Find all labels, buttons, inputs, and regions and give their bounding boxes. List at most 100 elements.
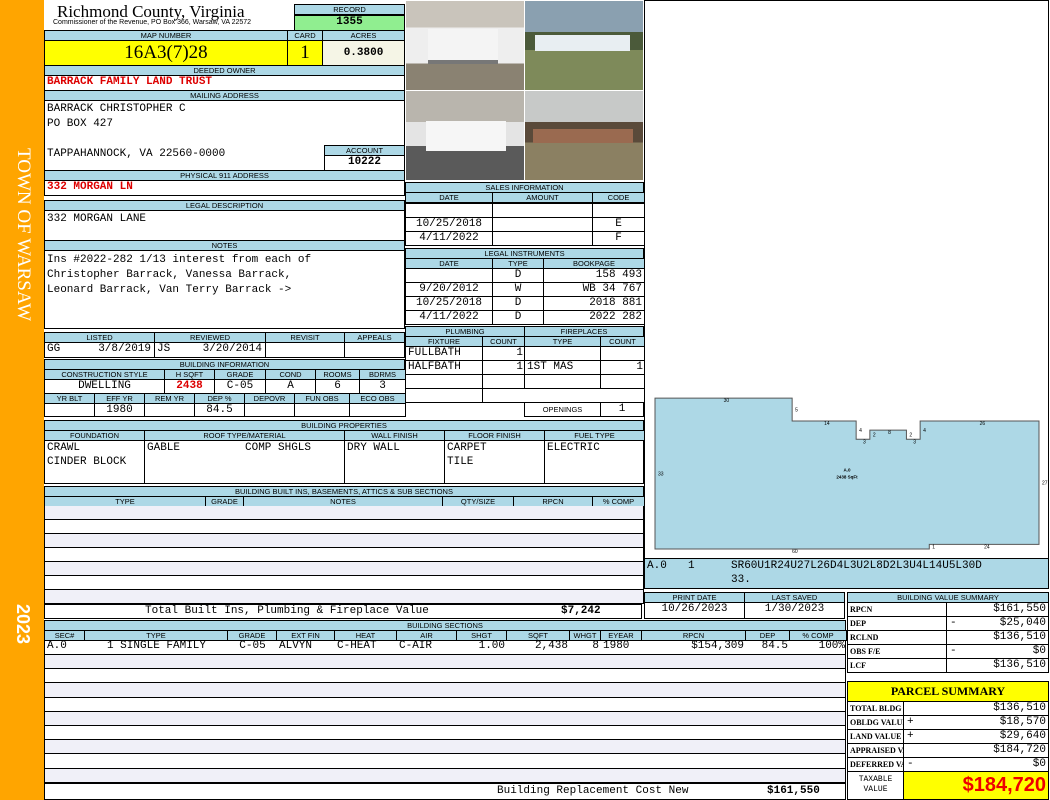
sketch-code-row: A.0 1 SR60U1R24U27L26D4L3U2L8D2L3U4L14U5… xyxy=(644,558,1049,589)
sketch-code: SR60U1R24U27L26D4L3U2L8D2L3U4L14U5L30D xyxy=(731,560,982,572)
building-sketch[interactable]: 601 24272643282341453033A.02438 SqFt xyxy=(645,1,1049,559)
mailing-line-3: TAPPAHANNOCK, VA 22560-0000 xyxy=(47,148,226,160)
builtins-empty-row xyxy=(44,534,644,548)
section-cell: C-HEAT xyxy=(337,640,377,652)
fireplace-cell xyxy=(524,374,601,389)
parcel-summary-value: $184,720 xyxy=(903,743,1049,758)
sketch-dimension: 2 xyxy=(873,433,876,439)
section-empty-row xyxy=(44,754,846,769)
building-info-value: 1980 xyxy=(94,403,145,417)
amount: $29,640 xyxy=(999,730,1046,742)
reviewed-by: JS xyxy=(157,343,171,355)
sketch-dimension: 60 xyxy=(792,549,798,555)
county-subtitle: Commissioner of the Revenue, PO Box 366,… xyxy=(53,19,252,26)
fireplace-cell xyxy=(524,346,601,361)
deeded-owner: BARRACK FAMILY LAND TRUST xyxy=(44,75,405,91)
section-cell: 8 xyxy=(592,640,599,652)
value-summary-value: $136,510 xyxy=(946,630,1049,645)
plumbing-cell xyxy=(405,374,483,389)
section-cell: C-05 xyxy=(239,640,266,652)
sketch-dimension: 4 xyxy=(859,428,862,434)
notes-line: Leonard Barrack, Van Terry Barrack -> xyxy=(47,284,292,296)
wall-finish: DRY WALL xyxy=(344,440,445,484)
foundation-cell: CRAWL CINDER BLOCK xyxy=(44,440,145,484)
mailing-line-1: BARRACK CHRISTOPHER C xyxy=(47,103,186,115)
instrument-cell: D xyxy=(492,296,544,311)
notes-line: Christopher Barrack, Vanessa Barrack, xyxy=(47,269,292,281)
instrument-cell: 4/11/2022 xyxy=(405,310,493,325)
amount: $0 xyxy=(1032,645,1046,657)
floor-finish: TILE xyxy=(447,456,474,468)
plumbing-cell xyxy=(405,388,483,403)
instrument-cell: 2022 282 xyxy=(543,310,645,325)
sketch-area-section: A.0 xyxy=(843,468,851,473)
parcel-summary-value: - $0 xyxy=(903,757,1049,772)
building-info-value xyxy=(244,403,295,417)
plumbing-cell xyxy=(482,388,525,403)
property-photo-2[interactable] xyxy=(524,0,644,91)
amount: $136,510 xyxy=(993,702,1046,714)
value-summary-label: OBS F/E xyxy=(847,644,947,659)
value-summary-label: DEP xyxy=(847,616,947,631)
section-empty-row xyxy=(44,711,846,726)
reviewed-date: 3/20/2014 xyxy=(202,343,262,355)
sales-header: AMOUNT xyxy=(492,192,593,203)
builtins-empty-row xyxy=(44,506,644,520)
appeals-value xyxy=(344,342,405,358)
taxable-value: $184,720 xyxy=(903,771,1049,800)
value-summary-value: - $25,040 xyxy=(946,616,1049,631)
builtins-empty-row xyxy=(44,590,644,604)
section-cell: 1 SINGLE FAMILY xyxy=(106,640,207,652)
section-cell: ALVYN xyxy=(279,640,313,652)
sketch-dimension: 30 xyxy=(724,398,730,404)
sidebar: TOWN OF WARSAW 2023 xyxy=(0,0,44,800)
plumbing-cell: 1 xyxy=(482,346,525,361)
value-summary-value: - $0 xyxy=(946,644,1049,659)
sign: - xyxy=(907,758,914,770)
sales-cell: 10/25/2018 xyxy=(405,217,493,232)
garage-icon xyxy=(426,121,506,151)
parcel-summary-value: + $18,570 xyxy=(903,715,1049,730)
section-row: A.0 1 SINGLE FAMILY C-05 ALVYN C-HEAT C-AIR 1.… xyxy=(44,640,846,655)
sign: + xyxy=(907,716,914,728)
roof-type: GABLE xyxy=(147,442,181,454)
property-photo-1[interactable] xyxy=(405,0,525,91)
sketch-dimension: 4 xyxy=(923,428,926,434)
sketch-dimension: 3 xyxy=(913,439,916,445)
amount: $184,720 xyxy=(993,744,1046,756)
instrument-cell: W xyxy=(492,282,544,297)
section-empty-row xyxy=(44,768,846,783)
section-cell: A.0 xyxy=(47,640,67,652)
property-photo-3[interactable] xyxy=(405,90,525,181)
reviewed-cell: JS 3/20/2014 xyxy=(154,342,266,358)
fireplace-cell: 1 xyxy=(600,360,645,375)
instrument-cell: 10/25/2018 xyxy=(405,296,493,311)
section-cell: 100% xyxy=(818,640,845,652)
fuel-type: ELECTRIC xyxy=(544,440,644,484)
property-photo-4[interactable] xyxy=(524,90,644,181)
builtins-total-value: $7,242 xyxy=(561,605,601,617)
sales-cell xyxy=(492,217,593,232)
record-label: RECORD xyxy=(294,4,405,15)
garage-icon xyxy=(428,29,498,64)
instrument-cell: 158 493 xyxy=(543,268,645,283)
notes-box: Ins #2022-282 1/13 interest from each of… xyxy=(44,250,405,329)
amount: $25,040 xyxy=(999,617,1046,629)
notes-line: Ins #2022-282 1/13 interest from each of xyxy=(47,254,312,266)
section-empty-row xyxy=(44,683,846,698)
town-name: TOWN OF WARSAW xyxy=(13,148,34,322)
section-cell: 2,438 xyxy=(534,640,568,652)
listed-cell: GG 3/8/2019 xyxy=(44,342,155,358)
sketch-count: 1 xyxy=(688,560,695,572)
tax-year: 2023 xyxy=(13,604,33,645)
sketch-code-cont: 33. xyxy=(731,574,751,586)
value-summary-label: RPCN xyxy=(847,602,947,617)
sales-cell xyxy=(492,231,593,246)
parcel-summary-value: $136,510 xyxy=(903,701,1049,716)
sales-cell xyxy=(405,203,493,218)
openings-label: OPENINGS xyxy=(524,402,601,417)
house-icon xyxy=(533,129,633,143)
sales-cell xyxy=(492,203,593,218)
revisit-value xyxy=(265,342,345,358)
acres-value: 0.3800 xyxy=(322,40,405,66)
